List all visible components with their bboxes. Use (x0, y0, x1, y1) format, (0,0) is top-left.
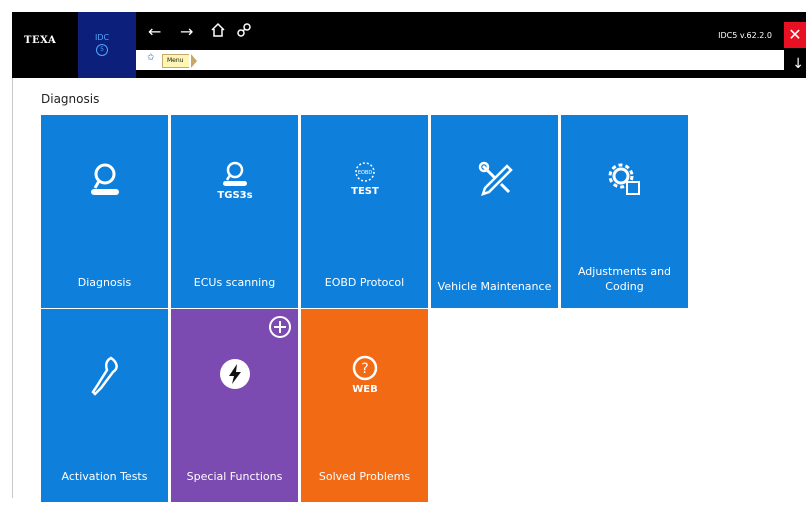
tile-adjustments-coding[interactable]: Adjustments and Coding (561, 115, 688, 308)
tile-activation-tests[interactable]: Activation Tests (41, 309, 168, 502)
activation-probe-icon (41, 354, 168, 402)
gear-chip-icon (561, 160, 688, 204)
top-toolbar: TEXA IDC 5 ← → IDC5 v.62.2.0 ✕ ✩ Menu ↓ (12, 12, 806, 78)
address-bar: ✩ Menu (136, 50, 784, 70)
home-icon[interactable]: ✩ (147, 53, 155, 63)
svg-text:TGS3s: TGS3s (217, 190, 252, 200)
svg-text:WEB: WEB (352, 384, 377, 395)
tile-label: Solved Problems (318, 470, 411, 483)
tile-label: Activation Tests (61, 470, 148, 483)
section-title: Diagnosis (41, 92, 100, 106)
tile-label: Special Functions (186, 470, 283, 483)
tile-special-functions[interactable]: Special Functions (171, 309, 298, 502)
tile-label: ECUs scanning (193, 276, 276, 289)
tile-solved-problems[interactable]: ? WEB Solved Problems (301, 309, 428, 502)
magnifier-car-icon (41, 160, 168, 204)
tile-label: Diagnosis (77, 276, 132, 289)
close-button[interactable]: ✕ (784, 22, 806, 48)
idc-badge: 5 (96, 44, 108, 56)
close-icon: ✕ (788, 25, 802, 44)
question-web-icon: ? WEB (301, 354, 428, 402)
idc-text: IDC (95, 33, 110, 42)
tile-label: Adjustments and Coding (577, 265, 672, 293)
tgs3s-scanner-icon: TGS3s (171, 160, 298, 204)
version-label: IDC5 v.62.2.0 (718, 31, 772, 40)
tile-eobd-protocol[interactable]: EOBD TEST EOBD Protocol (301, 115, 428, 308)
lightning-icon (171, 354, 298, 398)
arrow-down-icon[interactable]: ↓ (792, 56, 804, 72)
link-icon[interactable] (236, 22, 252, 41)
plus-circle-icon[interactable] (268, 315, 292, 339)
svg-text:EOBD: EOBD (357, 170, 372, 176)
texa-logo: TEXA (12, 12, 78, 78)
wrench-screwdriver-icon (431, 160, 558, 204)
home-icon[interactable] (210, 22, 226, 41)
idc-logo: IDC 5 (78, 12, 136, 78)
breadcrumb-item-menu[interactable]: Menu (162, 54, 190, 68)
left-divider (12, 78, 13, 498)
logo-text: TEXA (24, 35, 57, 46)
tile-vehicle-maintenance[interactable]: Vehicle Maintenance (431, 115, 558, 308)
svg-text:?: ? (361, 361, 368, 377)
svg-text:TEST: TEST (351, 186, 379, 197)
tile-diagnosis[interactable]: Diagnosis (41, 115, 168, 308)
eobd-test-icon: EOBD TEST (301, 160, 428, 204)
arrow-left-icon[interactable]: ← (148, 24, 161, 40)
tile-label: EOBD Protocol (324, 276, 405, 289)
arrow-right-icon[interactable]: → (180, 24, 193, 40)
breadcrumb-arrow (191, 54, 197, 68)
tile-label: Vehicle Maintenance (437, 280, 552, 293)
tile-ecus-scanning[interactable]: TGS3s ECUs scanning (171, 115, 298, 308)
